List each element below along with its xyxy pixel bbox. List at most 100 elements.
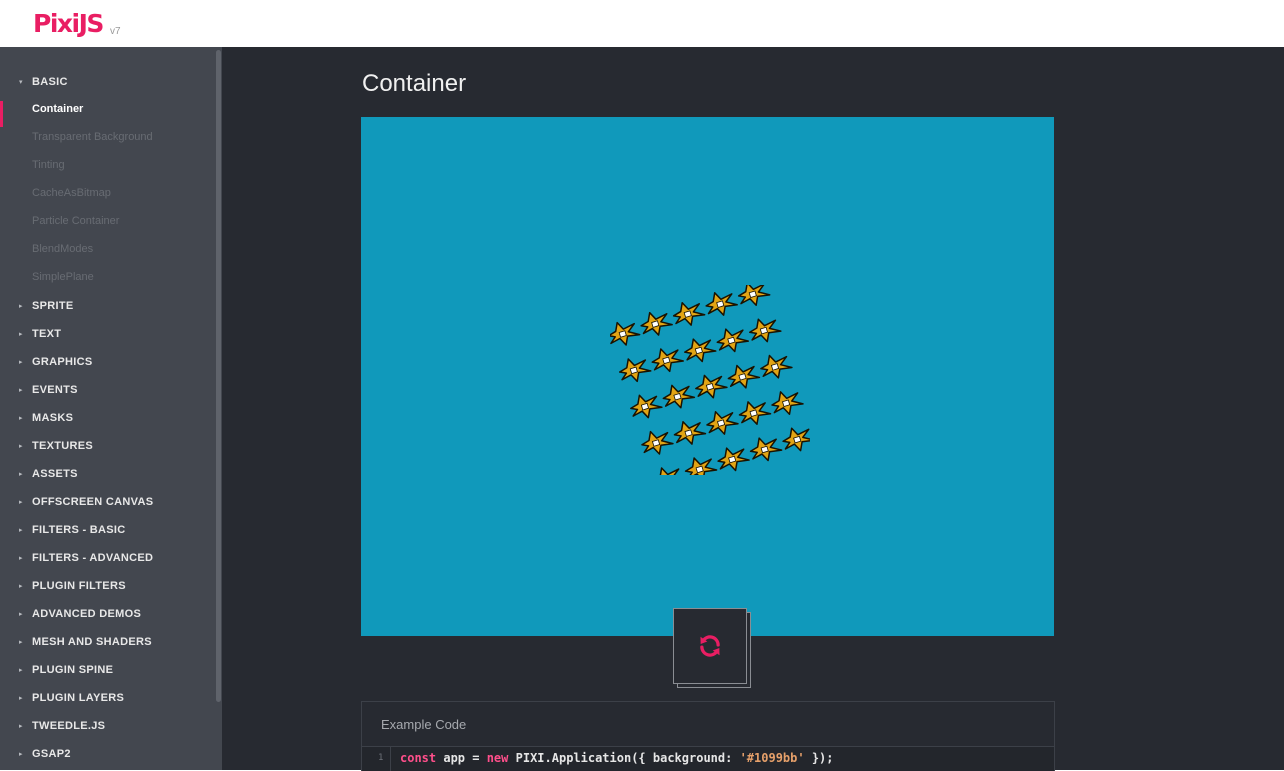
- sidebar-category-plugin-spine[interactable]: ▸ PLUGIN SPINE: [19, 664, 113, 676]
- caret-right-icon: ▸: [19, 527, 23, 534]
- sidebar-item-particle-container[interactable]: Particle Container: [32, 215, 119, 227]
- pixijs-logo[interactable]: PixiJS: [33, 9, 104, 38]
- sidebar-category-label: EVENTS: [32, 384, 78, 396]
- active-indicator: [0, 101, 3, 127]
- sidebar-category-label: MESH AND SHADERS: [32, 636, 152, 648]
- sidebar-item-blendmodes[interactable]: BlendModes: [32, 243, 93, 255]
- sidebar-category-label: BASIC: [32, 76, 68, 88]
- sidebar-category-label: ADVANCED DEMOS: [32, 608, 142, 620]
- bunny-sprite-icon: [610, 321, 641, 346]
- sidebar-category-assets[interactable]: ▸ ASSETS: [19, 468, 78, 480]
- sidebar-category-filters-basic[interactable]: ▸ FILTERS - BASIC: [19, 524, 126, 536]
- caret-right-icon: ▸: [19, 583, 23, 590]
- bunny-sprite-icon: [618, 358, 652, 383]
- code-plain-1: app =: [436, 751, 487, 765]
- bunny-sprite-icon: [651, 348, 685, 373]
- bunny-sprite-icon: [630, 394, 663, 419]
- caret-right-icon: ▸: [19, 415, 23, 422]
- bunny-sprite-icon: [705, 292, 738, 316]
- caret-right-icon: ▸: [19, 723, 23, 730]
- sidebar-category-gsap2[interactable]: ▸ GSAP2: [19, 748, 71, 760]
- sidebar-category-label: FILTERS - BASIC: [32, 524, 126, 536]
- bunny-sprite-icon: [673, 420, 707, 445]
- caret-right-icon: ▸: [19, 751, 23, 758]
- bunny-sprite-icon: [640, 311, 673, 336]
- bunny-sprite-icon: [684, 338, 717, 363]
- sidebar-category-label: MASKS: [32, 412, 74, 424]
- bunny-sprite-icon: [717, 447, 750, 472]
- caret-down-icon: ▾: [19, 79, 23, 86]
- sidebar-category-events[interactable]: ▸ EVENTS: [19, 384, 78, 396]
- caret-right-icon: ▸: [19, 331, 23, 338]
- sidebar-category-textures[interactable]: ▸ TEXTURES: [19, 440, 93, 452]
- sidebar-category-advanced-demos[interactable]: ▸ ADVANCED DEMOS: [19, 608, 141, 620]
- sidebar-category-text[interactable]: ▸ TEXT: [19, 328, 61, 340]
- sidebar-category-label: ASSETS: [32, 468, 78, 480]
- sidebar-category-sprite[interactable]: ▸ SPRITE: [19, 300, 74, 312]
- sidebar-category-plugin-layers[interactable]: ▸ PLUGIN LAYERS: [19, 692, 124, 704]
- bunny-sprite-icon: [641, 430, 674, 455]
- sidebar-item-container[interactable]: Container: [32, 103, 83, 115]
- bunny-sprites: [610, 285, 810, 475]
- code-string: '#1099bb': [739, 751, 805, 765]
- sprite-container: [610, 285, 810, 475]
- sidebar-category-label: PLUGIN SPINE: [32, 664, 114, 676]
- sidebar-category-filters-advanced[interactable]: ▸ FILTERS - ADVANCED: [19, 552, 153, 564]
- bunny-sprite-icon: [652, 467, 685, 475]
- bunny-sprite-icon: [737, 285, 771, 306]
- sidebar-category-label: PLUGIN LAYERS: [32, 692, 125, 704]
- caret-right-icon: ▸: [19, 639, 23, 646]
- header: PixiJS v7: [0, 0, 1284, 47]
- sidebar-category-plugin-filters[interactable]: ▸ PLUGIN FILTERS: [19, 580, 126, 592]
- sidebar-category-offscreen-canvas[interactable]: ▸ OFFSCREEN CANVAS: [19, 496, 153, 508]
- bunny-sprite-icon: [662, 384, 696, 409]
- sidebar-item-transparent-background[interactable]: Transparent Background: [32, 131, 153, 143]
- keyword-const: const: [400, 751, 437, 765]
- code-line[interactable]: 1 const app = new PIXI.Application({ bac…: [362, 747, 1054, 771]
- bunny-sprite-icon: [749, 318, 782, 343]
- caret-right-icon: ▸: [19, 443, 23, 450]
- sidebar-category-label: PLUGIN FILTERS: [32, 580, 126, 592]
- sidebar-item-cacheasbitmap[interactable]: CacheAsBitmap: [32, 187, 111, 199]
- bunny-sprite-icon: [760, 354, 793, 379]
- caret-right-icon: ▸: [19, 303, 23, 310]
- sidebar-category-tweedle-js[interactable]: ▸ TWEEDLE.JS: [19, 720, 105, 732]
- bunny-sprite-icon: [727, 364, 761, 389]
- caret-right-icon: ▸: [19, 555, 23, 562]
- sidebar-item-simpleplane[interactable]: SimplePlane: [32, 271, 94, 283]
- bunny-sprite-icon: [771, 391, 804, 416]
- caret-right-icon: ▸: [19, 499, 23, 506]
- sidebar-category-graphics[interactable]: ▸ GRAPHICS: [19, 356, 92, 368]
- code-panel-header: Example Code: [362, 702, 1054, 747]
- sidebar-category-label: GSAP2: [32, 748, 71, 760]
- page-title: Container: [362, 70, 467, 97]
- caret-right-icon: ▸: [19, 611, 23, 618]
- code-panel: Example Code 1 const app = new PIXI.Appl…: [361, 701, 1055, 771]
- caret-right-icon: ▸: [19, 471, 23, 478]
- sidebar-category-label: TEXT: [32, 328, 62, 340]
- sidebar-category-label: SPRITE: [32, 300, 74, 312]
- sidebar-category-label: TWEEDLE.JS: [32, 720, 106, 732]
- sidebar-category-basic[interactable]: ▾ BASIC: [19, 76, 68, 88]
- sidebar-category-mesh-and-shaders[interactable]: ▸ MESH AND SHADERS: [19, 636, 152, 648]
- version-label: v7: [110, 26, 121, 37]
- sidebar-category-masks[interactable]: ▸ MASKS: [19, 412, 73, 424]
- caret-right-icon: ▸: [19, 359, 23, 366]
- sidebar-scrollbar-thumb[interactable]: [216, 50, 221, 702]
- bunny-sprite-icon: [706, 411, 739, 435]
- bunny-sprite-icon: [672, 302, 706, 326]
- refresh-icon: [700, 635, 720, 657]
- bunny-sprite-icon: [695, 374, 728, 399]
- bunny-sprite-icon: [738, 401, 772, 425]
- keyword-new: new: [486, 751, 509, 765]
- sidebar-item-tinting[interactable]: Tinting: [32, 159, 65, 171]
- reload-button[interactable]: [673, 608, 747, 684]
- sidebar: [0, 47, 222, 770]
- code-panel-title: Example Code: [381, 717, 467, 732]
- sidebar-category-label: TEXTURES: [32, 440, 94, 452]
- bunny-sprite-icon: [749, 437, 783, 462]
- line-gutter: [390, 747, 391, 771]
- code-text[interactable]: const app = new PIXI.Application({ backg…: [400, 751, 834, 765]
- code-plain-3: });: [804, 751, 834, 765]
- caret-right-icon: ▸: [19, 667, 23, 674]
